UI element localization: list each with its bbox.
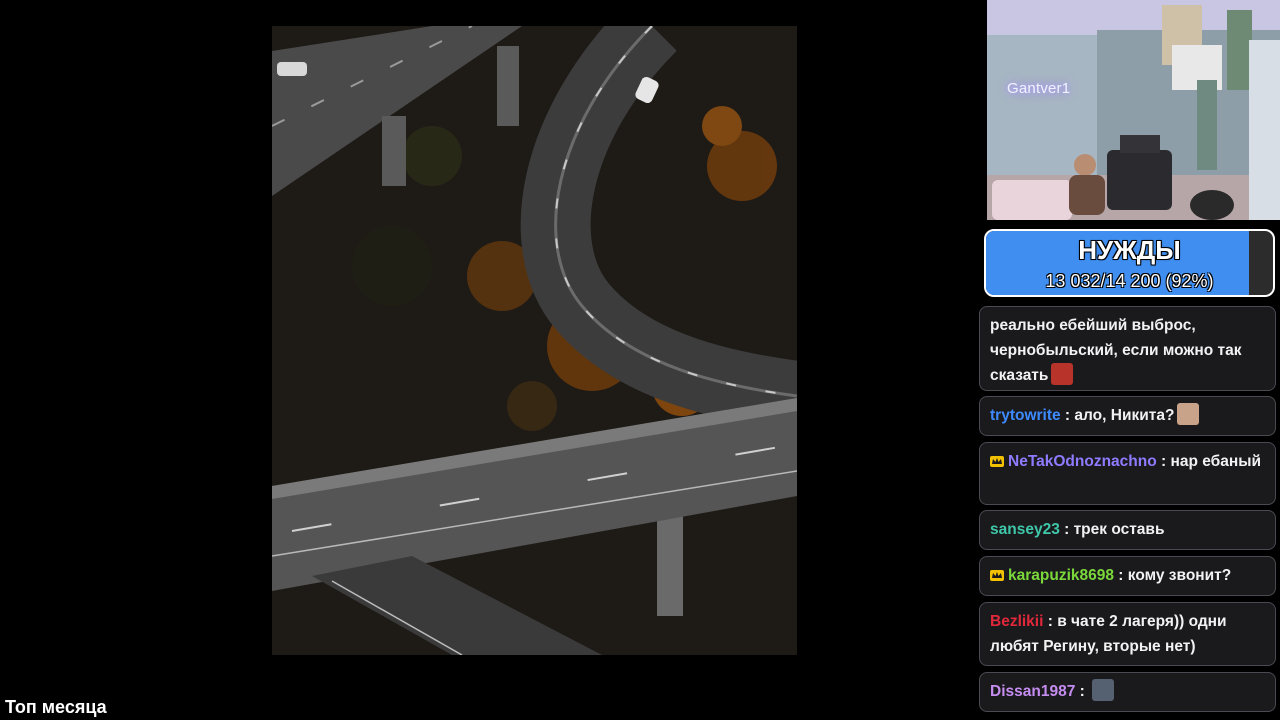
chat-message-text: реально ебейший выброс, чернобыльский, е… bbox=[990, 317, 1242, 384]
chat-separator: : bbox=[1060, 407, 1075, 424]
goal-widget: НУЖДЫ 13 032/14 200 (92%) bbox=[984, 229, 1275, 297]
chat-message: Dissan1987 : bbox=[979, 672, 1276, 712]
webcam-name-overlay: Gantver1 bbox=[1007, 80, 1071, 97]
chat-message-text: ало, Никита? bbox=[1074, 407, 1175, 424]
face-emote-icon bbox=[1177, 403, 1200, 425]
chat-separator: : bbox=[1156, 453, 1171, 470]
chat-separator: : bbox=[1114, 567, 1128, 584]
chat-message-text: нар ебаный bbox=[1170, 453, 1261, 470]
chat-username[interactable]: trytowrite bbox=[990, 407, 1061, 424]
figure-emote-icon bbox=[1092, 679, 1115, 701]
red-face-emote-icon bbox=[1051, 363, 1074, 385]
chat-message: trytowrite : ало, Никита? bbox=[979, 396, 1276, 436]
chat-message: sansey23 : трек оставь bbox=[979, 510, 1276, 550]
chat-message: NeTakOdnoznachno : нар ебаный bbox=[979, 442, 1276, 505]
chat-message: Bezlikii : в чате 2 лагеря)) одни любят … bbox=[979, 602, 1276, 666]
chat-username[interactable]: Dissan1987 bbox=[990, 683, 1075, 700]
chat-username[interactable]: Bezlikii bbox=[990, 613, 1043, 630]
chat-username[interactable]: NeTakOdnoznachno bbox=[1008, 453, 1157, 470]
stream-photo bbox=[272, 26, 797, 655]
chat-message: karapuzik8698 : кому звонит? bbox=[979, 556, 1276, 596]
chat-message-text: трек оставь bbox=[1073, 521, 1165, 538]
chat-message: реально ебейший выброс, чернобыльский, е… bbox=[979, 306, 1276, 391]
goal-title: НУЖДЫ bbox=[1078, 235, 1181, 265]
chat-message-text: кому звонит? bbox=[1127, 567, 1232, 584]
chat-username[interactable]: sansey23 bbox=[990, 521, 1060, 538]
goal-progress-text: 13 032/14 200 (92%) bbox=[1045, 271, 1214, 291]
chat-separator: : bbox=[1075, 683, 1090, 700]
top-month-label: Топ месяца bbox=[5, 697, 107, 717]
crown-icon bbox=[990, 570, 1004, 581]
chat-separator: : bbox=[1059, 521, 1074, 538]
chat-separator: : bbox=[1043, 613, 1058, 630]
chat-panel: реально ебейший выброс, чернобыльский, е… bbox=[979, 306, 1278, 720]
chat-username[interactable]: karapuzik8698 bbox=[1008, 567, 1114, 584]
crown-icon bbox=[990, 456, 1004, 467]
webcam-feed: Gantver1 bbox=[987, 0, 1280, 220]
